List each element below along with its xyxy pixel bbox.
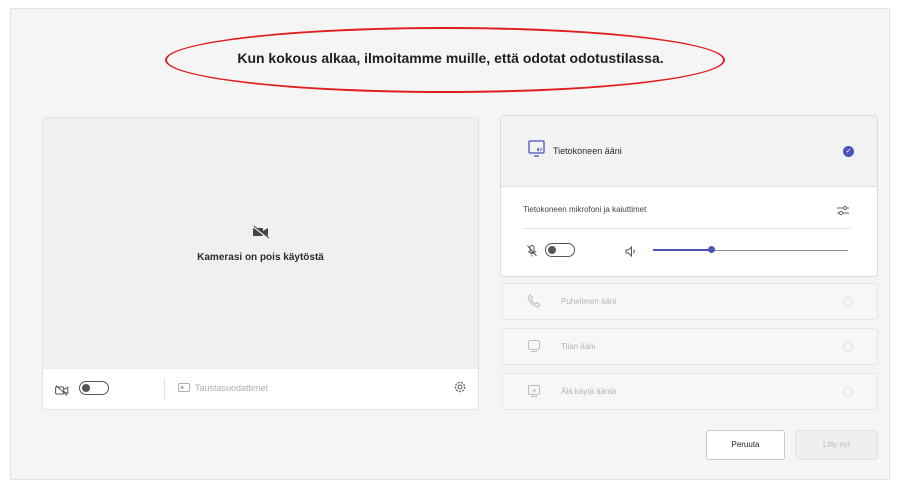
microphone-muted-icon <box>527 244 537 262</box>
join-now-button[interactable]: Liity nyt <box>795 430 878 460</box>
audio-settings-sliders-icon[interactable] <box>837 203 849 221</box>
camera-off-label: Kamerasi on pois käytöstä <box>197 252 324 263</box>
camera-off-message: Kamerasi on pois käytöstä <box>43 225 478 263</box>
camera-toggle[interactable] <box>79 381 109 395</box>
no-audio-radio[interactable] <box>843 387 853 397</box>
no-audio-label: Älä käytä ääntä <box>561 387 617 396</box>
no-audio-option[interactable]: Älä käytä ääntä <box>502 373 878 410</box>
selected-check-icon: ✓ <box>843 146 854 157</box>
no-audio-icon <box>527 384 541 403</box>
camera-toggle-knob <box>82 383 90 392</box>
computer-audio-label: Tietokoneen ääni <box>553 146 622 156</box>
panel-divider <box>523 228 852 229</box>
video-preview: Kamerasi on pois käytöstä Taustasuodatti… <box>42 117 479 410</box>
phone-icon <box>527 294 541 313</box>
volume-slider-fill <box>653 249 712 251</box>
room-audio-option[interactable]: Tilan ääni <box>502 328 878 365</box>
background-filters-label: Taustasuodattimet <box>195 383 269 393</box>
camera-off-icon <box>251 225 270 239</box>
background-filters-icon <box>178 383 190 392</box>
video-controls-bar: Taustasuodattimet <box>43 368 478 409</box>
phone-audio-label: Puhelimen ääni <box>561 297 617 306</box>
controls-divider <box>164 378 165 400</box>
phone-audio-option[interactable]: Puhelimen ääni <box>502 283 878 320</box>
volume-slider-thumb[interactable] <box>708 246 715 253</box>
computer-audio-option[interactable]: Tietokoneen ääni ✓ <box>501 116 877 187</box>
phone-audio-radio[interactable] <box>843 297 853 307</box>
computer-audio-panel: Tietokoneen ääni ✓ Tietokoneen mikrofoni… <box>500 115 878 277</box>
audio-device-label: Tietokoneen mikrofoni ja kaiuttimet <box>523 205 647 214</box>
device-settings-gear-icon[interactable] <box>453 380 467 399</box>
camera-icon <box>55 383 69 401</box>
computer-audio-icon <box>528 140 546 163</box>
microphone-toggle-knob <box>548 245 556 254</box>
lobby-notice: Kun kokous alkaa, ilmoitamme muille, ett… <box>237 50 664 66</box>
cancel-button[interactable]: Peruuta <box>706 430 785 460</box>
room-audio-label: Tilan ääni <box>561 342 596 351</box>
background-filters-button[interactable]: Taustasuodattimet <box>178 383 268 393</box>
room-icon <box>527 339 541 358</box>
speaker-icon <box>625 244 637 262</box>
room-audio-radio[interactable] <box>843 342 853 352</box>
microphone-toggle[interactable] <box>545 243 575 257</box>
